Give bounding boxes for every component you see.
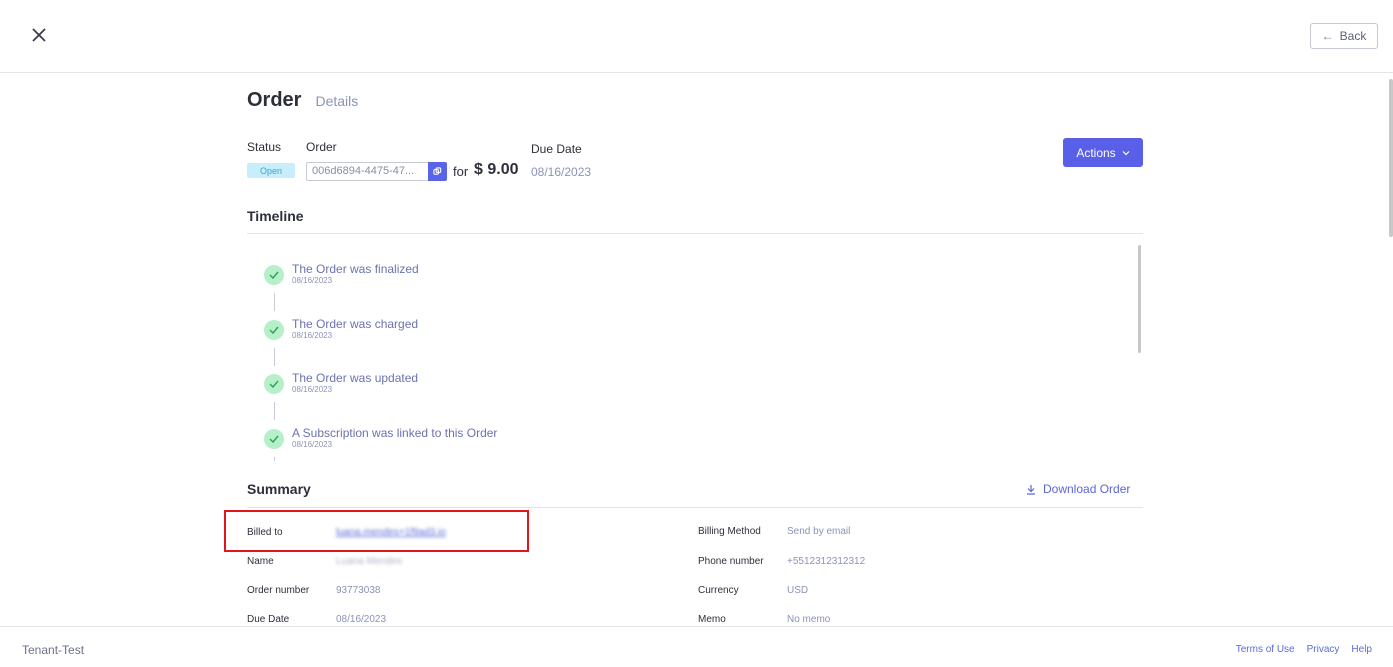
page-title: Order: [247, 89, 302, 111]
privacy-link[interactable]: Privacy: [1307, 644, 1340, 655]
timeline-title: Timeline: [247, 208, 304, 224]
memo-label: Memo: [698, 614, 726, 625]
check-icon: [264, 374, 284, 394]
download-order-button[interactable]: Download Order: [1026, 482, 1130, 496]
timeline-item-date: 08/16/2023: [292, 440, 333, 449]
timeline-divider: [247, 233, 1143, 234]
timeline-connector: [274, 293, 275, 311]
due-date-value: 08/16/2023: [531, 165, 592, 179]
order-amount: $ 9.00: [474, 161, 519, 178]
memo-value: No memo: [787, 614, 831, 625]
check-icon: [264, 429, 284, 449]
status-badge: Open: [247, 163, 295, 178]
arrow-left-icon: ←: [1321, 29, 1334, 43]
page-subtitle: Details: [315, 93, 359, 109]
close-icon[interactable]: [29, 25, 49, 45]
summary-due-date-value: 08/16/2023: [336, 614, 387, 625]
timeline-item-title: The Order was finalized: [292, 262, 419, 276]
chevron-down-icon: [1122, 150, 1130, 155]
phone-number-label: Phone number: [698, 556, 764, 567]
summary-divider: [247, 507, 1143, 508]
timeline-item-date: 08/16/2023: [292, 331, 333, 340]
download-icon: [1027, 484, 1035, 495]
currency-label: Currency: [698, 585, 739, 596]
terms-of-use-link[interactable]: Terms of Use: [1236, 644, 1295, 655]
timeline-item-title: The Order was updated: [292, 371, 419, 385]
actions-button-label: Actions: [1076, 145, 1116, 160]
check-icon: [264, 320, 284, 340]
status-label: Status: [247, 140, 282, 154]
tenant-name: Tenant-Test: [22, 643, 85, 657]
top-bar: ← Back: [0, 0, 1393, 73]
timeline-connector: [274, 457, 275, 461]
timeline-scrollbar[interactable]: [1138, 245, 1141, 353]
back-button-label: Back: [1339, 29, 1367, 43]
help-link[interactable]: Help: [1351, 644, 1372, 655]
order-number-label: Order number: [247, 585, 310, 596]
timeline-item-date: 08/16/2023: [292, 276, 333, 285]
timeline-item-title: A Subscription was linked to this Order: [292, 426, 498, 440]
footer-links: Terms of Use Privacy Help: [1236, 644, 1372, 655]
timeline-list[interactable]: The Order was finalized 08/16/2023 The O…: [247, 235, 1143, 461]
timeline-item-date: 08/16/2023: [292, 385, 333, 394]
name-label: Name: [247, 556, 274, 567]
actions-button[interactable]: Actions: [1063, 138, 1143, 167]
summary-title: Summary: [247, 481, 311, 497]
timeline-connector: [274, 348, 275, 366]
main-content: Order Details Status Order Due Date Open…: [0, 73, 1393, 626]
for-text: for: [453, 164, 469, 179]
copy-icon: [433, 167, 442, 175]
order-id-field[interactable]: 006d6894-4475-47...: [306, 162, 428, 181]
order-number-value: 93773038: [336, 585, 381, 596]
download-order-label: Download Order: [1043, 482, 1131, 496]
name-value: Luana Mendes: [336, 556, 403, 567]
highlight-box: [224, 510, 529, 552]
page-header: Order Details: [247, 89, 358, 112]
back-button[interactable]: ← Back: [1310, 23, 1378, 49]
copy-button[interactable]: [428, 162, 447, 181]
phone-number-value: +5512312312312: [787, 556, 866, 567]
billing-method-label: Billing Method: [698, 526, 761, 537]
order-label: Order: [306, 140, 337, 154]
check-icon: [264, 265, 284, 285]
timeline-item-title: The Order was charged: [292, 317, 419, 331]
due-date-label: Due Date: [531, 142, 582, 156]
page-scrollbar[interactable]: [1389, 79, 1393, 237]
footer: Tenant-Test Terms of Use Privacy Help: [0, 626, 1393, 667]
timeline-connector: [274, 402, 275, 420]
billing-method-value: Send by email: [787, 526, 851, 537]
summary-due-date-label: Due Date: [247, 614, 290, 625]
currency-value: USD: [787, 585, 809, 596]
